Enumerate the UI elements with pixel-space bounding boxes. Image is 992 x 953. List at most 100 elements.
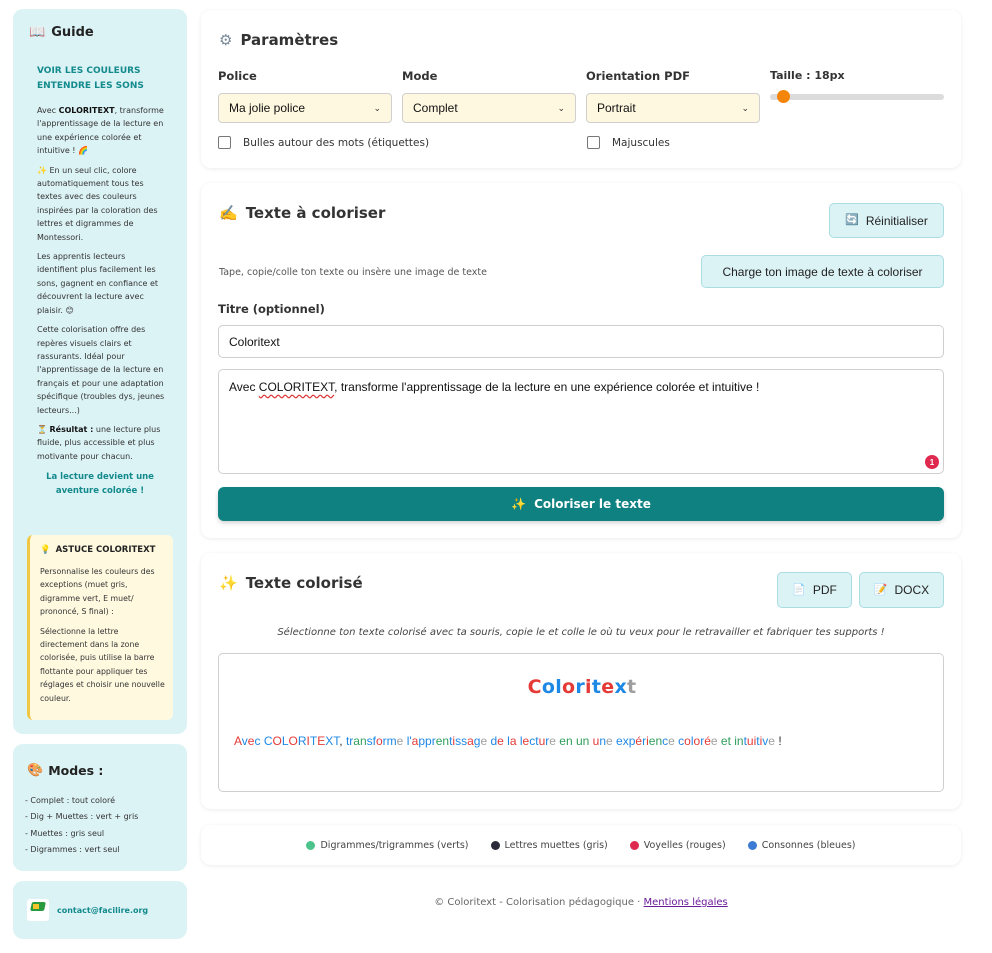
- chevron-down-icon: ⌄: [557, 102, 565, 113]
- legend-card: Digrammes/trigrammes (verts) Lettres muet…: [201, 825, 961, 865]
- colored-segment: ex: [616, 734, 629, 748]
- legend-dot-icon: [747, 840, 757, 850]
- legend-item: Digrammes/trigrammes (verts): [306, 839, 469, 851]
- legend-dot-icon: [629, 840, 639, 850]
- title-field-label: Titre (optionnel): [218, 302, 325, 316]
- size-slider-thumb[interactable]: [777, 90, 790, 103]
- legend-item: Voyelles (rouges): [629, 839, 726, 851]
- chevron-down-icon: ⌄: [373, 102, 381, 113]
- guide-paragraph: ✨ En un seul clic, colore automatiquemen…: [37, 165, 158, 242]
- params-card: ⚙ Paramètres Police Ma jolie police ⌄ Mo…: [201, 10, 961, 168]
- guide-title: 📖 Guide: [29, 25, 94, 40]
- modes-list: - Complet : tout coloré - Dig + Muettes …: [25, 793, 175, 859]
- legend-label: Lettres muettes (gris): [504, 839, 608, 851]
- sparkles-icon: ✨: [511, 497, 527, 511]
- colored-segment: an: [353, 734, 367, 748]
- logo-letter: C: [527, 676, 542, 698]
- mode-item: - Digrammes : vert seul: [25, 845, 120, 855]
- error-badge[interactable]: 1: [925, 455, 939, 469]
- orientation-label: Orientation PDF: [586, 69, 690, 83]
- sparkles-icon: ✨: [219, 573, 238, 592]
- refresh-icon: 🔄: [845, 214, 859, 226]
- output-title: ✨ Texte colorisé: [219, 573, 363, 592]
- chevron-down-icon: ⌄: [741, 102, 749, 113]
- logo-letter: x: [614, 676, 628, 698]
- lightbulb-icon: 💡: [40, 545, 51, 555]
- police-select[interactable]: Ma jolie police ⌄: [218, 93, 392, 123]
- colorize-button[interactable]: ✨ Coloriser le texte: [218, 487, 944, 521]
- colored-segment: ,: [339, 734, 346, 748]
- colored-segment: en: [559, 734, 576, 748]
- orientation-select[interactable]: Portrait ⌄: [586, 93, 760, 123]
- mode-item: - Muettes : gris seul: [25, 828, 105, 838]
- guide-subtitle: VOIR LES COULEURS ENTENDRE LES SONS: [37, 66, 144, 91]
- colored-segment: n: [599, 734, 607, 748]
- legend-label: Voyelles (rouges): [643, 839, 726, 851]
- colored-segment: e: [668, 734, 679, 748]
- size-label: Taille : 18px: [770, 69, 845, 82]
- hourglass-icon: ⏳: [37, 424, 47, 434]
- colored-segment: é: [704, 734, 711, 748]
- colored-segment: o: [375, 734, 383, 748]
- mode-item: - Dig + Muettes : vert + gris: [25, 812, 139, 822]
- colored-segment: sf: [366, 734, 376, 748]
- tip-paragraph: Personnalise les couleurs des exceptions…: [40, 567, 155, 617]
- colored-segment: e: [768, 734, 775, 748]
- title-input[interactable]: Coloritext: [218, 325, 944, 358]
- legend-dot-icon: [490, 840, 500, 850]
- uppercase-checkbox-row[interactable]: Majuscules: [587, 136, 670, 149]
- pdf-button[interactable]: 📄 PDF: [777, 572, 852, 608]
- facilire-logo-icon: [27, 899, 49, 921]
- size-slider-track[interactable]: [770, 94, 944, 100]
- legend-item: Lettres muettes (gris): [490, 839, 608, 851]
- upload-image-button[interactable]: Charge ton image de texte à coloriser: [701, 255, 944, 288]
- color-legend: Digrammes/trigrammes (verts) Lettres muet…: [201, 825, 961, 865]
- tip-paragraph: Sélectionne la lettre directement dans l…: [40, 626, 165, 703]
- tip-box: 💡 ASTUCE COLORITEXT Personnalise les cou…: [27, 535, 173, 720]
- params-title: ⚙ Paramètres: [219, 30, 339, 49]
- input-title: ✍️ Texte à coloriser: [219, 203, 386, 222]
- gear-icon: ⚙: [219, 30, 233, 49]
- colored-segment: e: [549, 734, 560, 748]
- legend-label: Consonnes (bleues): [761, 839, 856, 851]
- legend-label: Digrammes/trigrammes (verts): [320, 839, 469, 851]
- colored-segment: c: [254, 734, 264, 748]
- docx-button[interactable]: 📝 DOCX: [859, 572, 944, 608]
- colored-segment: A: [234, 734, 242, 748]
- colorized-text: Avec COLORITEXT, transforme l'apprentiss…: [234, 734, 782, 748]
- mode-select[interactable]: Complet ⌄: [402, 93, 576, 123]
- guide-tagline: La lecture devient une aventure colorée …: [46, 472, 154, 496]
- colored-segment: L: [281, 734, 289, 748]
- colored-segment: e: [480, 734, 491, 748]
- memo-icon: 📝: [873, 583, 888, 596]
- uppercase-checkbox[interactable]: [587, 136, 600, 149]
- bubbles-checkbox[interactable]: [218, 136, 231, 149]
- guide-paragraph: Cette colorisation offre des repères vis…: [37, 325, 165, 415]
- colored-segment: O: [272, 734, 282, 748]
- output-card: ✨ Texte colorisé 📄 PDF 📝 DOCX Sélectionn…: [201, 553, 961, 809]
- mode-label: Mode: [402, 69, 438, 83]
- colored-segment: en: [648, 734, 663, 748]
- colored-segment: rm: [382, 734, 397, 748]
- legend-item: Consonnes (bleues): [747, 839, 856, 851]
- colored-segment: in: [734, 734, 744, 748]
- colored-segment: a: [467, 734, 474, 748]
- contact-email-link[interactable]: contact@facilire.org: [57, 906, 148, 915]
- colored-segment: ss: [455, 734, 468, 748]
- modes-title: 🎨 Modes :: [27, 763, 104, 778]
- bubbles-checkbox-row[interactable]: Bulles autour des mots (étiquettes): [218, 136, 429, 149]
- reset-button[interactable]: 🔄 Réinitialiser: [829, 203, 944, 238]
- colored-segment: e: [497, 734, 508, 748]
- colored-segment: C: [263, 734, 273, 748]
- legal-link[interactable]: Mentions légales: [644, 897, 728, 908]
- document-icon: 📄: [792, 583, 806, 596]
- colorized-output[interactable]: Coloritext Avec COLORITEXT, transforme l…: [218, 653, 944, 792]
- guide-paragraph: Les apprentis lecteurs identifient plus …: [37, 252, 159, 315]
- colored-segment: pp: [418, 734, 432, 748]
- logo-letter: o: [541, 676, 556, 698]
- text-area[interactable]: Avec COLORITEXT, transforme l'apprentiss…: [218, 369, 944, 474]
- logo-letter: i: [585, 676, 592, 698]
- colored-segment: e: [396, 734, 407, 748]
- colored-segment: R: [297, 734, 307, 748]
- logo-letter: t: [591, 676, 602, 698]
